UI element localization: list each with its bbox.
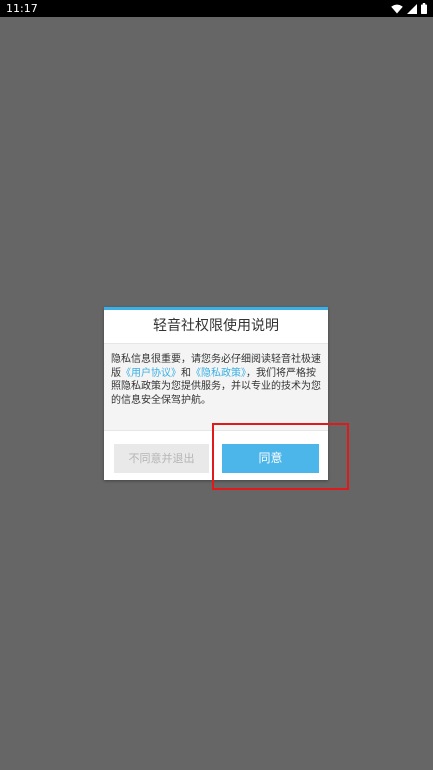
status-bar: 11:17: [0, 0, 433, 17]
dialog-title: 轻音社权限使用说明: [153, 318, 279, 334]
privacy-dialog: 轻音社权限使用说明 隐私信息很重要，请您务必仔细阅读轻音社极速版《用户协议》和《…: [104, 307, 328, 480]
dialog-body: 隐私信息很重要，请您务必仔细阅读轻音社极速版《用户协议》和《隐私政策》，我们将严…: [104, 343, 328, 431]
message-text: 和: [181, 367, 191, 379]
privacy-policy-link[interactable]: 《隐私政策》: [191, 368, 246, 379]
status-time: 11:17: [6, 2, 38, 15]
user-agreement-link[interactable]: 《用户协议》: [121, 368, 181, 379]
agree-button[interactable]: 同意: [222, 444, 319, 473]
signal-icon: [407, 3, 417, 14]
wifi-icon: [391, 4, 403, 14]
disagree-exit-button[interactable]: 不同意并退出: [114, 444, 209, 473]
dialog-message: 隐私信息很重要，请您务必仔细阅读轻音社极速版《用户协议》和《隐私政策》，我们将严…: [111, 353, 323, 407]
status-icons: [391, 2, 427, 15]
battery-icon: [421, 3, 427, 14]
